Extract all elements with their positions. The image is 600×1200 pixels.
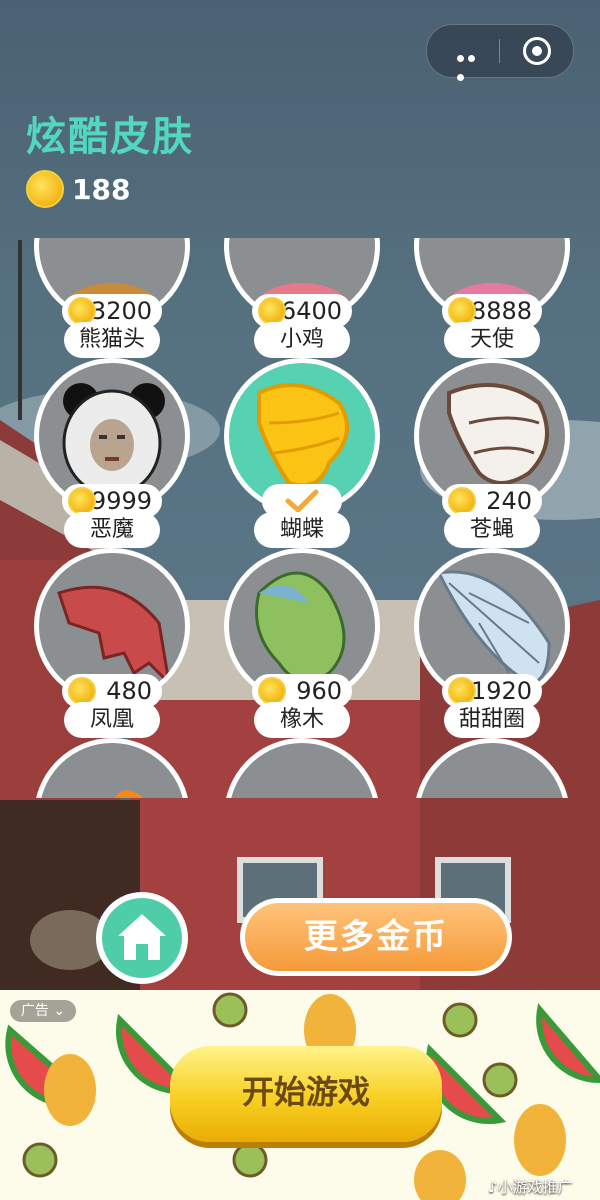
skin-price-value: 960 — [296, 677, 342, 705]
coin-icon — [448, 297, 476, 325]
coin-balance: 188 — [26, 170, 130, 210]
coin-icon — [68, 297, 96, 325]
coin-count: 188 — [72, 172, 131, 206]
skin-card[interactable]: 6400 — [224, 238, 380, 328]
skin-preview — [414, 738, 570, 798]
page-title: 炫酷皮肤 — [26, 114, 194, 160]
coin-icon — [68, 487, 96, 515]
skin-name: 苍蝇 — [444, 512, 540, 548]
more-coins-label: 更多金币 — [245, 903, 507, 971]
skin-preview — [34, 738, 190, 798]
skin-name: 甜甜圈 — [444, 702, 540, 738]
skin-card[interactable]: 3200 — [34, 238, 190, 328]
ad-tag[interactable]: 广告 ⌄ — [10, 1000, 76, 1022]
home-icon — [118, 914, 166, 960]
skin-price-value: 3200 — [90, 297, 152, 325]
skin-art-icon — [229, 743, 375, 798]
skin-card[interactable]: 甜甜圈 — [414, 702, 570, 798]
skin-card[interactable]: 凤凰 — [34, 702, 190, 798]
coin-icon — [448, 487, 476, 515]
skin-price-value: 480 — [106, 677, 152, 705]
skin-grid[interactable]: 3200 6400 8888 熊猫头 9999 小鸡 天使 240 恶魔 480 蝴蝶 960 苍蝇 19… — [0, 238, 600, 798]
skin-name: 橡木 — [254, 702, 350, 738]
skin-card[interactable]: 蝴蝶 960 — [224, 512, 380, 708]
skin-name: 凤凰 — [64, 702, 160, 738]
skin-art-icon — [114, 790, 144, 798]
skin-card[interactable]: 橡木 — [224, 702, 380, 798]
coin-icon — [68, 677, 96, 705]
skin-card[interactable]: 8888 — [414, 238, 570, 328]
coin-icon — [258, 677, 286, 705]
capsule-divider — [499, 39, 500, 63]
home-button[interactable] — [96, 892, 188, 984]
skin-name: 天使 — [444, 322, 540, 358]
skin-price-value: 6400 — [280, 297, 342, 325]
skin-price-value: 240 — [486, 487, 532, 515]
start-game-button[interactable]: 开始游戏 — [170, 1046, 442, 1142]
skin-card[interactable]: 苍蝇 1920 — [414, 512, 570, 708]
target-icon[interactable] — [523, 37, 551, 65]
skin-card[interactable]: 恶魔 480 — [34, 512, 190, 708]
skin-name: 熊猫头 — [64, 322, 160, 358]
skin-price-value: 8888 — [470, 297, 532, 325]
skin-price-value: 1920 — [470, 677, 532, 705]
skin-preview — [224, 738, 380, 798]
coin-icon — [448, 677, 476, 705]
skin-card[interactable]: 天使 240 — [414, 322, 570, 518]
more-coins-button[interactable]: 更多金币 — [240, 898, 512, 976]
skin-card[interactable]: 熊猫头 9999 — [34, 322, 190, 518]
coin-icon — [258, 297, 286, 325]
skin-card[interactable]: 小鸡 — [224, 322, 380, 518]
promo-label: ♪小游戏推广 — [488, 1178, 573, 1196]
more-dots-icon[interactable] — [457, 47, 487, 81]
skin-art-icon — [419, 743, 565, 798]
mini-program-capsule — [426, 24, 574, 81]
skin-name: 小鸡 — [254, 322, 350, 358]
skin-name: 蝴蝶 — [254, 512, 350, 548]
coin-icon — [26, 170, 64, 208]
skin-price-value: 9999 — [90, 487, 152, 515]
skin-name: 恶魔 — [64, 512, 160, 548]
